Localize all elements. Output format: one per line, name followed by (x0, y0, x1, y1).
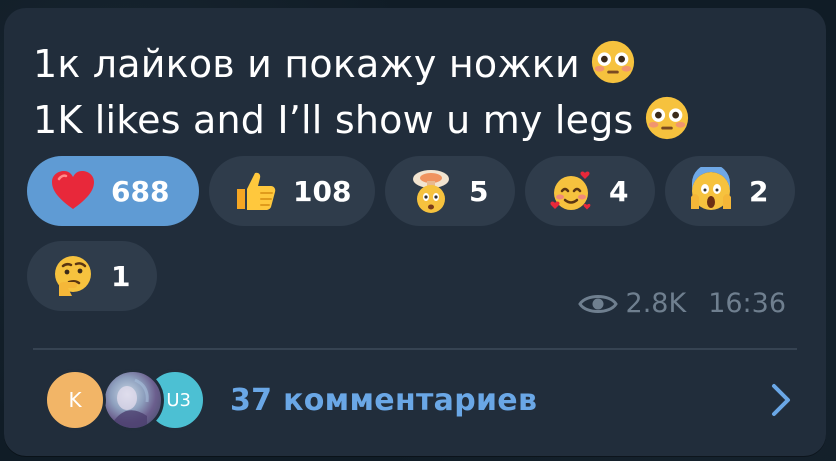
reaction-count: 2 (749, 174, 769, 208)
divider (33, 348, 797, 350)
message-bubble[interactable]: 1к лайков и покажу ножки 1K likes and I’… (4, 8, 826, 456)
message-time: 16:36 (708, 288, 786, 319)
reaction-count: 108 (293, 174, 352, 208)
message-line-1-text: 1к лайков и покажу ножки (33, 42, 580, 86)
thinking-face-icon (55, 256, 91, 296)
avatar: K (44, 369, 106, 431)
message-text: 1к лайков и покажу ножки 1K likes and I’… (33, 36, 690, 148)
reaction-face-screaming-in-fear[interactable]: 2 (665, 156, 795, 226)
view-count: 2.8K (625, 288, 687, 319)
reaction-smiling-face-with-hearts[interactable]: 4 (525, 156, 655, 226)
avatar (102, 369, 164, 431)
avatar-initial: U3 (166, 389, 191, 411)
flushed-face-icon (591, 40, 634, 84)
face-screaming-in-fear-icon (691, 167, 731, 210)
message-line-2-text: 1K likes and I’ll show u my legs (33, 98, 634, 142)
commenter-avatars: K U3 (44, 365, 212, 435)
reaction-exploding-head[interactable]: 5 (385, 156, 515, 226)
reaction-thumbs-up[interactable]: 108 (209, 156, 375, 226)
reaction-count: 688 (111, 174, 170, 208)
reaction-thinking-face[interactable]: 1 (27, 241, 157, 311)
comments-label: 37 комментариев (230, 382, 538, 418)
reaction-red-heart[interactable]: 688 (27, 156, 199, 226)
reaction-count: 1 (111, 259, 131, 293)
reaction-count: 4 (609, 174, 629, 208)
message-meta: 2.8K 16:36 (577, 288, 786, 319)
smiling-face-with-hearts-icon (550, 171, 591, 210)
message-line-2: 1K likes and I’ll show u my legs (33, 92, 690, 148)
eye-icon (577, 294, 618, 313)
avatar-initial: K (68, 388, 82, 412)
message-line-1: 1к лайков и покажу ножки (33, 36, 690, 92)
red-heart-icon (52, 171, 94, 209)
reaction-count: 5 (469, 174, 489, 208)
thumbs-up-icon (237, 172, 276, 210)
comments-button[interactable]: K U3 37 комментариев (44, 360, 804, 440)
avatar-photo (113, 378, 149, 428)
flushed-face-icon (645, 96, 688, 140)
exploding-head-icon (413, 170, 449, 213)
chevron-right-icon (772, 384, 790, 416)
